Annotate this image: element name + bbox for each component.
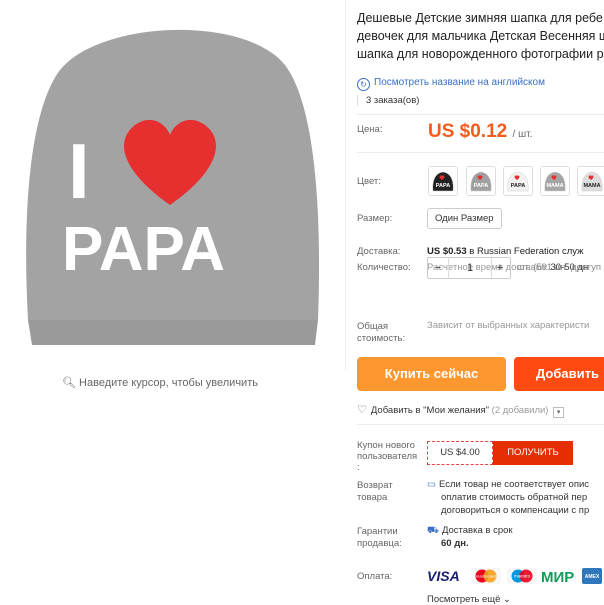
divider bbox=[357, 152, 604, 153]
payment-methods: VISA mastercard maestro МИР AMEX bbox=[427, 566, 604, 586]
product-image[interactable]: I PAPA bbox=[0, 0, 345, 370]
svg-text:mastercard: mastercard bbox=[476, 574, 496, 579]
price-label: Цена: bbox=[357, 124, 383, 135]
color-swatch-light-mama[interactable]: MAMA bbox=[577, 166, 604, 196]
get-coupon-button[interactable]: ПОЛУЧИТЬ bbox=[493, 441, 573, 465]
return-box-icon: ▭ bbox=[427, 479, 436, 490]
heart-outline-icon: ♡ bbox=[357, 404, 367, 416]
quantity-plus-button[interactable]: + bbox=[490, 258, 510, 278]
size-label: Размер: bbox=[357, 213, 393, 224]
color-swatch-black-papa[interactable]: PAPA bbox=[428, 166, 458, 196]
guarantee-text: ⛟ Доставка в срок 60 дн. bbox=[427, 525, 513, 549]
translate-title-link[interactable]: ↻ Посмотреть название на английском bbox=[357, 77, 545, 91]
quantity-label: Количество: bbox=[357, 262, 411, 273]
delivery-truck-icon: ⛟ bbox=[427, 525, 439, 536]
guarantee-label: Гарантии продавца: bbox=[357, 526, 402, 549]
buy-now-button[interactable]: Купить сейчас bbox=[357, 357, 506, 391]
mir-logo: МИР bbox=[541, 569, 574, 586]
divider bbox=[357, 114, 604, 115]
svg-text:AMEX: AMEX bbox=[585, 574, 600, 580]
shipping-label: Доставка: bbox=[357, 246, 401, 257]
mastercard-logo: mastercard bbox=[471, 568, 501, 584]
svg-text:MAMA: MAMA bbox=[546, 183, 563, 189]
total-label: Общая стоимость: bbox=[357, 321, 406, 344]
divider bbox=[357, 424, 604, 425]
coupon-label: Купон нового пользователя : bbox=[357, 440, 418, 473]
zoom-hint: 🔍︎ Наведите курсор, чтобы увеличить bbox=[62, 377, 258, 389]
returns-label: Возврат товара bbox=[357, 480, 393, 503]
maestro-logo: maestro bbox=[507, 568, 537, 584]
add-to-cart-button[interactable]: Добавить bbox=[514, 357, 604, 391]
amex-logo: AMEX bbox=[582, 568, 602, 584]
see-more-link[interactable]: Посмотреть ещё ⌄ bbox=[427, 594, 511, 605]
svg-text:maestro: maestro bbox=[514, 574, 531, 579]
color-swatch-gray-mama[interactable]: MAMA bbox=[540, 166, 570, 196]
svg-text:PAPA: PAPA bbox=[436, 183, 450, 189]
returns-text: ▭ Если товар не соответствует опис оплати… bbox=[427, 479, 590, 516]
svg-text:MAMA: MAMA bbox=[583, 183, 600, 189]
coupon-value: US $4.00 bbox=[427, 441, 493, 465]
total-note: Зависит от выбранных характеристи bbox=[427, 320, 590, 331]
shipping-cost: US $0.53 в Russian Federation служ bbox=[427, 246, 584, 257]
product-title: Дешевые Детские зимняя шапка для ребе де… bbox=[357, 11, 604, 61]
color-label: Цвет: bbox=[357, 176, 381, 187]
orders-count: 3 заказа(ов) bbox=[357, 95, 419, 106]
quantity-stepper[interactable]: − 1 + bbox=[427, 257, 511, 279]
quantity-available: шт. (591 шт. доступ bbox=[517, 262, 601, 273]
price-value: US $0.12 / шт. bbox=[428, 121, 533, 142]
color-swatch-white-papa[interactable]: PAPA bbox=[503, 166, 533, 196]
visa-logo: VISA bbox=[427, 568, 460, 584]
hat-letter-i: I bbox=[68, 127, 90, 215]
translate-icon: ↻ bbox=[357, 78, 370, 91]
hat-text-papa: PAPA bbox=[62, 215, 225, 284]
svg-text:PAPA: PAPA bbox=[511, 183, 525, 189]
size-option-button[interactable]: Один Размер bbox=[427, 208, 502, 229]
wishlist-link[interactable]: ♡ Добавить в "Мои желания" (2 добавили) ▾ bbox=[357, 403, 565, 418]
magnifier-icon: 🔍︎ bbox=[62, 377, 76, 389]
product-gallery[interactable]: I PAPA bbox=[0, 0, 346, 370]
svg-text:PAPA: PAPA bbox=[474, 183, 488, 189]
chevron-down-icon[interactable]: ▾ bbox=[553, 407, 565, 418]
quantity-input[interactable]: 1 bbox=[448, 258, 492, 278]
color-swatch-gray-papa[interactable]: PAPA bbox=[466, 166, 496, 196]
chevron-down-icon: ⌄ bbox=[503, 594, 512, 605]
quantity-minus-button[interactable]: − bbox=[428, 258, 448, 278]
payment-label: Оплата: bbox=[357, 571, 393, 582]
